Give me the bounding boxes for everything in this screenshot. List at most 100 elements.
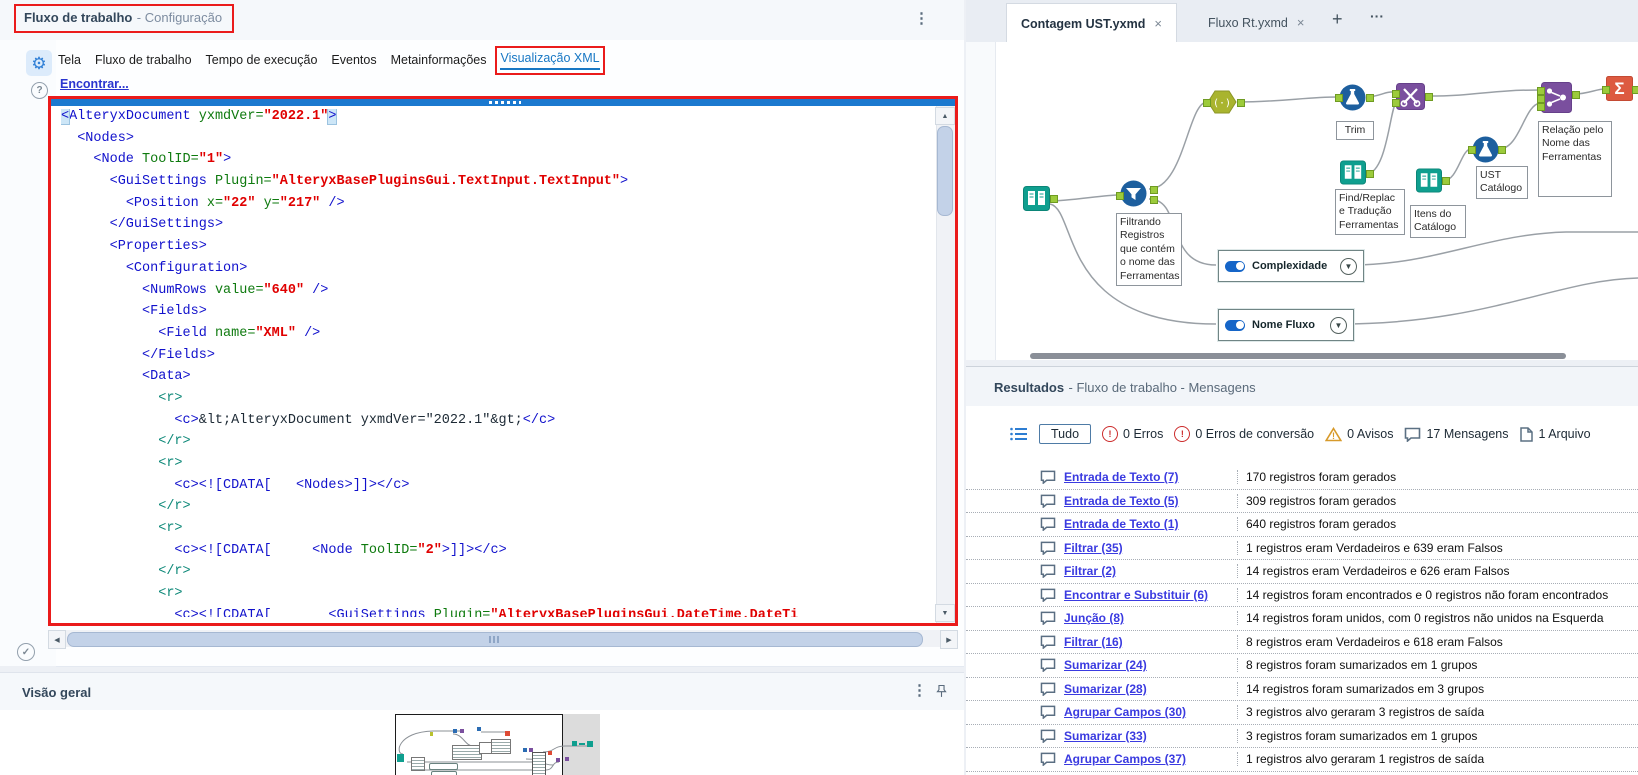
config-tab-tempo-de-execu-o[interactable]: Tempo de execução (206, 53, 318, 70)
tool-port[interactable] (1150, 196, 1158, 204)
tool-label-relacao[interactable]: Relação pelo Nome das Ferramentas (1538, 121, 1612, 197)
tool-message-link[interactable]: Entrada de Texto (1) (1064, 517, 1237, 531)
text-input-tool[interactable] (1023, 186, 1050, 216)
tab-contagem-ust[interactable]: Contagem UST.yxmd × (1006, 3, 1177, 43)
tool-port[interactable] (1392, 90, 1400, 98)
tool-port[interactable] (1498, 146, 1506, 154)
close-icon[interactable]: × (1297, 15, 1305, 30)
filter-errors-button[interactable]: ! 0 Erros (1102, 426, 1163, 442)
tool-port[interactable] (1602, 86, 1610, 94)
tool-message-link[interactable]: Sumarizar (33) (1064, 729, 1237, 743)
tool-label-ust-catalogo[interactable]: UST Catálogo (1476, 166, 1528, 199)
canvas-hscroll-thumb[interactable] (1030, 353, 1566, 359)
find-link[interactable]: Encontrar... (60, 77, 129, 91)
tool-port[interactable] (1537, 87, 1545, 95)
xml-scroll-right-icon[interactable]: ▶ (940, 630, 958, 649)
result-message-row: Agrupar Campos (30) 3 registros alvo gera… (966, 701, 1638, 725)
text-input-tool[interactable] (1340, 160, 1366, 190)
filter-tool[interactable] (1120, 180, 1147, 212)
settings-tab-selected[interactable]: ⚙ (26, 50, 52, 76)
tab-fluxo-rt[interactable]: Fluxo Rt.yxmd × (1194, 3, 1318, 42)
xml-vscroll-thumb[interactable] (937, 126, 953, 216)
tool-port[interactable] (1572, 91, 1580, 99)
filter-files-button[interactable]: 1 Arquivo (1519, 426, 1591, 442)
filter-conversion-errors-button[interactable]: ! 0 Erros de conversão (1174, 426, 1314, 442)
xml-hscroll-track[interactable]: ◀ ▶ (48, 630, 958, 649)
tool-port[interactable] (1632, 86, 1638, 94)
toggle-on-icon[interactable] (1225, 260, 1245, 272)
tool-message-link[interactable]: Agrupar Campos (30) (1064, 705, 1237, 719)
tool-port[interactable] (1116, 192, 1124, 200)
xml-splitter-handle[interactable] (51, 99, 955, 106)
tool-message-link[interactable]: Encontrar e Substituir (6) (1064, 588, 1237, 602)
config-tab-tela[interactable]: Tela (58, 53, 81, 70)
config-tab-fluxo-de-trabalho[interactable]: Fluxo de trabalho (95, 53, 192, 70)
tool-port[interactable] (1468, 146, 1476, 154)
config-tab-eventos[interactable]: Eventos (331, 53, 376, 70)
tool-message-link[interactable]: Entrada de Texto (5) (1064, 494, 1237, 508)
tool-port[interactable] (1050, 195, 1058, 203)
filter-all-button[interactable]: Tudo (1039, 424, 1092, 444)
container-nome-fluxo[interactable]: Nome Fluxo ▼ (1218, 309, 1354, 341)
tool-port[interactable] (1237, 99, 1245, 107)
new-tab-button[interactable]: + (1332, 9, 1343, 30)
xml-line: <c><![CDATA[ <Node ToolID="2">]]></c> (174, 542, 507, 558)
tool-label-itens-catalogo[interactable]: Itens do Catálogo (1410, 205, 1466, 238)
xml-hscroll-thumb[interactable] (67, 632, 923, 647)
panel-menu-icon[interactable]: ⋮ (914, 11, 929, 26)
message-view-icon[interactable] (1010, 427, 1028, 441)
config-tab-visualiza-o-xml[interactable]: Visualização XML (495, 46, 605, 75)
result-message-row: Sumarizar (24) 8 registros foram sumariza… (966, 654, 1638, 678)
tool-message-link[interactable]: Junção (8) (1064, 611, 1237, 625)
toggle-on-icon[interactable] (1225, 319, 1245, 331)
tool-port[interactable] (1150, 186, 1158, 194)
tool-port[interactable] (1537, 103, 1545, 111)
overview-menu-icon[interactable]: ⋮ (912, 683, 927, 698)
tool-port[interactable] (1392, 99, 1400, 107)
chevron-down-icon[interactable]: ▼ (1340, 257, 1357, 275)
workflow-canvas[interactable]: (·) Σ Filtrando Registros que contém o nome… (966, 42, 1638, 360)
find-replace-tool[interactable] (1396, 83, 1425, 115)
tool-port[interactable] (1366, 94, 1374, 102)
regex-tool[interactable]: (·) (1207, 90, 1237, 119)
tool-label-filtrando[interactable]: Filtrando Registros que contém o nome das Fe… (1116, 213, 1182, 287)
tool-message-link[interactable]: Filtrar (2) (1064, 564, 1237, 578)
config-tab-metainforma-es[interactable]: Metainformações (391, 53, 487, 70)
tool-message-link[interactable]: Sumarizar (28) (1064, 682, 1237, 696)
more-tabs-button[interactable]: ··· (1370, 8, 1384, 24)
xml-scroll-up-icon[interactable]: ▲ (935, 107, 955, 125)
overview-pin-icon[interactable] (936, 684, 947, 703)
message-bubble-icon (1040, 611, 1056, 626)
tool-message-link[interactable]: Agrupar Campos (37) (1064, 752, 1237, 766)
tool-message-link[interactable]: Filtrar (16) (1064, 635, 1237, 649)
xml-scroll-left-icon[interactable]: ◀ (48, 630, 66, 649)
tool-port[interactable] (1203, 99, 1211, 107)
xml-code-area[interactable]: <AlteryxDocument yxmdVer="2022.1"> <Node… (61, 109, 931, 617)
tool-message-link[interactable]: Sumarizar (24) (1064, 658, 1237, 672)
filter-warnings-button[interactable]: ! 0 Avisos (1325, 426, 1393, 442)
text-input-tool[interactable] (1416, 168, 1442, 198)
help-icon[interactable]: ? (31, 82, 48, 99)
xml-line: <r> (158, 390, 183, 406)
join-tool[interactable] (1541, 82, 1572, 118)
tool-label-find-replace[interactable]: Find/Replac e Tradução Ferramentas (1335, 189, 1405, 236)
tool-message-link[interactable]: Filtrar (35) (1064, 541, 1237, 555)
formula-tool-ust[interactable] (1472, 136, 1499, 168)
filter-messages-button[interactable]: 17 Mensagens (1404, 427, 1508, 442)
tool-message-link[interactable]: Entrada de Texto (7) (1064, 470, 1237, 484)
tool-port[interactable] (1537, 95, 1545, 103)
formula-tool-trim[interactable] (1339, 84, 1366, 116)
xml-scroll-down-icon[interactable]: ▼ (935, 604, 955, 622)
container-complexidade[interactable]: Complexidade ▼ (1218, 250, 1364, 282)
chevron-down-icon[interactable]: ▼ (1330, 316, 1347, 334)
xml-line: <Node ToolID="1"> (93, 152, 232, 168)
tool-port[interactable] (1366, 170, 1374, 178)
tool-label-trim[interactable]: Trim (1336, 121, 1374, 141)
xml-view-box[interactable]: <AlteryxDocument yxmdVer="2022.1"> <Node… (48, 96, 958, 626)
tool-port[interactable] (1425, 93, 1433, 101)
tool-port[interactable] (1335, 94, 1343, 102)
close-icon[interactable]: × (1154, 16, 1162, 31)
overview-canvas[interactable] (0, 710, 964, 775)
summarize-tool[interactable]: Σ (1606, 76, 1633, 106)
tool-port[interactable] (1442, 177, 1450, 185)
